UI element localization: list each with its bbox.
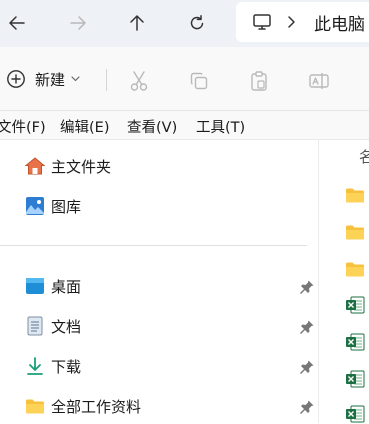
sidebar-item-label: 图库 <box>51 197 82 216</box>
pin-icon[interactable] <box>299 359 315 375</box>
back-button[interactable] <box>3 9 31 37</box>
sidebar-item-label: 全部工作资料 <box>51 397 142 416</box>
rename-icon <box>309 73 329 89</box>
breadcrumb-this-pc[interactable]: 此电脑 <box>314 10 365 35</box>
refresh-button[interactable] <box>183 9 211 37</box>
up-button[interactable] <box>123 9 151 37</box>
copy-button[interactable] <box>187 69 211 93</box>
command-bar: 新建 <box>0 47 369 111</box>
file-list: 名 <box>319 140 369 423</box>
sidebar-item-gallery[interactable]: 图库 <box>24 194 81 218</box>
navigation-bar: 此电脑 <box>0 0 369 47</box>
sidebar-item-work-files[interactable]: 全部工作资料 <box>24 394 141 418</box>
paste-button[interactable] <box>247 69 271 93</box>
sidebar-item-desktop[interactable]: 桌面 <box>24 274 81 298</box>
folder-icon <box>24 395 46 417</box>
excel-file-icon[interactable] <box>345 332 365 352</box>
menu-bar: 文件(F) 编辑(E) 查看(V) 工具(T) <box>0 111 369 140</box>
menu-view[interactable]: 查看(V) <box>127 116 177 137</box>
arrow-up-icon <box>130 15 144 31</box>
scissors-icon <box>130 71 148 91</box>
plus-circle-icon <box>7 70 25 88</box>
toolbar-separator <box>106 69 107 91</box>
excel-file-icon[interactable] <box>345 369 365 389</box>
excel-file-icon[interactable] <box>345 404 365 424</box>
new-button-label: 新建 <box>35 70 66 89</box>
sidebar-item-label: 桌面 <box>51 277 82 296</box>
address-bar[interactable]: 此电脑 <box>236 2 369 42</box>
sidebar-item-downloads[interactable]: 下载 <box>24 354 81 378</box>
forward-button[interactable] <box>64 9 92 37</box>
folder-icon[interactable] <box>345 185 365 205</box>
clipboard-icon <box>251 71 267 91</box>
sidebar-divider <box>0 245 307 246</box>
refresh-icon <box>190 15 204 30</box>
arrow-right-icon <box>70 16 86 30</box>
menu-edit[interactable]: 编辑(E) <box>60 116 109 137</box>
folder-icon[interactable] <box>345 222 365 242</box>
chevron-down-icon <box>71 76 80 82</box>
menu-tools[interactable]: 工具(T) <box>196 116 245 137</box>
menu-file[interactable]: 文件(F) <box>0 116 46 137</box>
pin-icon[interactable] <box>299 399 315 415</box>
computer-icon <box>253 14 271 30</box>
folder-icon[interactable] <box>345 259 365 279</box>
gallery-icon <box>24 195 46 217</box>
excel-file-icon[interactable] <box>345 295 365 315</box>
sidebar-item-label: 主文件夹 <box>51 157 112 176</box>
pin-icon[interactable] <box>299 279 315 295</box>
desktop-icon <box>24 275 46 297</box>
download-icon <box>24 355 46 377</box>
rename-button[interactable] <box>307 69 331 93</box>
navigation-pane: 主文件夹 图库 桌面 文档 下载 全部工作资料 <box>0 140 318 423</box>
new-button[interactable]: 新建 <box>0 63 80 95</box>
pin-icon[interactable] <box>299 319 315 335</box>
chevron-right-icon[interactable] <box>286 15 296 29</box>
column-header-name[interactable]: 名 <box>359 146 369 167</box>
sidebar-item-label: 文档 <box>51 317 82 336</box>
home-icon <box>24 155 46 177</box>
sidebar-item-home[interactable]: 主文件夹 <box>24 154 111 178</box>
copy-icon <box>190 72 208 90</box>
sidebar-item-documents[interactable]: 文档 <box>24 314 81 338</box>
document-icon <box>24 315 46 337</box>
sidebar-item-label: 下载 <box>51 357 82 376</box>
cut-button[interactable] <box>127 69 151 93</box>
arrow-left-icon <box>9 16 25 30</box>
